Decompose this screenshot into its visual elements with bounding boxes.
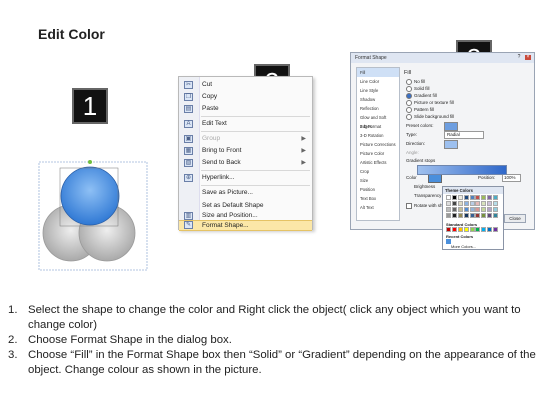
sidebar-item-crop[interactable]: Crop [357, 167, 399, 176]
sidebar-item-picture-corrections[interactable]: Picture Corrections [357, 140, 399, 149]
menu-item-bring-to-front[interactable]: ▦ Bring to Front ▶ [179, 145, 312, 157]
step-3: 3. Choose “Fill” in the Format Shape box … [8, 349, 536, 376]
angle-label: Angle: [406, 150, 419, 155]
sidebar-item-shadow[interactable]: Shadow [357, 95, 399, 104]
format-shape-icon: ✎ [184, 221, 193, 229]
type-select[interactable]: Radial [444, 131, 484, 139]
context-menu: ✂ Cut ❐ Copy ▤ Paste A Edit Text ▣ Group ▶ ▦ Br… [178, 76, 313, 231]
menu-item-hyperlink[interactable]: ⊕ Hyperlink... [179, 172, 312, 184]
step-badge-1: 1 [72, 88, 108, 124]
instructions: 1. Select the shape to change the color a… [8, 303, 552, 378]
menu-item-cut[interactable]: ✂ Cut [179, 79, 312, 91]
blue-circle[interactable] [60, 166, 120, 226]
color-label: Color [406, 175, 417, 180]
group-icon: ▣ [184, 135, 193, 143]
menu-item-copy[interactable]: ❐ Copy [179, 91, 312, 103]
menu-item-save-as-picture[interactable]: Save as Picture... [179, 187, 312, 199]
type-label: Type: [406, 132, 418, 137]
color-picker-popup: Theme Colors Standard Colors Recent Colo… [442, 186, 504, 250]
bring-front-icon: ▦ [184, 147, 193, 155]
more-colors-link[interactable]: More Colors... [451, 244, 476, 249]
edit-text-icon: A [184, 120, 193, 128]
theme-color-grid[interactable] [446, 195, 500, 219]
close-button[interactable]: Close [504, 214, 526, 223]
submenu-arrow-icon: ▶ [301, 136, 306, 142]
dialog-title: Format Shape [351, 53, 534, 63]
option-pattern-fill[interactable]: Pattern fill [406, 107, 434, 113]
sidebar-item-line-color[interactable]: Line Color [357, 77, 399, 86]
cut-icon: ✂ [184, 81, 193, 89]
sidebar-item-picture-color[interactable]: Picture Color [357, 149, 399, 158]
gradient-stops-bar[interactable] [417, 165, 507, 175]
menu-item-group[interactable]: ▣ Group ▶ [179, 133, 312, 145]
section-title: Fill [404, 70, 412, 76]
size-position-icon: ▥ [184, 212, 193, 220]
hyperlink-icon: ⊕ [184, 174, 193, 182]
position-label: Position: [478, 175, 496, 180]
transparency-label: Transparency [414, 193, 442, 198]
direction-button[interactable] [444, 140, 458, 149]
sidebar-item-glow[interactable]: Glow and Soft Edges [357, 113, 399, 129]
page-title: Edit Color [38, 26, 105, 42]
sidebar-item-alt-text[interactable]: Alt Text [357, 203, 399, 212]
step-1: 1. Select the shape to change the color a… [8, 304, 521, 331]
sidebar-item-reflection[interactable]: Reflection [357, 104, 399, 113]
sidebar-item-3d-rotation[interactable]: 3-D Rotation [357, 131, 399, 140]
sidebar-item-fill[interactable]: Fill [357, 68, 399, 77]
preset-colors-label: Preset colors: [406, 123, 434, 128]
dialog-sidebar: Fill Line Color Line Style Shadow Reflec… [356, 67, 400, 221]
gradient-stops-label: Gradient stops [406, 158, 436, 163]
option-no-fill[interactable]: No fill [406, 79, 425, 85]
menu-item-format-shape[interactable]: ✎ Format Shape... [179, 220, 312, 231]
step-2: 2. Choose Format Shape in the dialog box. [8, 334, 232, 346]
sidebar-item-3d-format[interactable]: 3-D Format [357, 122, 399, 131]
sidebar-item-position[interactable]: Position [357, 185, 399, 194]
sidebar-item-line-style[interactable]: Line Style [357, 86, 399, 95]
theme-colors-heading: Theme Colors [443, 187, 503, 194]
color-button[interactable] [428, 174, 442, 183]
menu-item-send-to-back[interactable]: ▧ Send to Back ▶ [179, 157, 312, 169]
menu-item-paste[interactable]: ▤ Paste [179, 103, 312, 115]
option-slide-background-fill[interactable]: Slide background fill [406, 114, 454, 120]
help-icon[interactable]: ? [516, 55, 522, 60]
direction-label: Direction: [406, 141, 426, 146]
option-picture-fill[interactable]: Picture or texture fill [406, 100, 454, 106]
rotate-handle[interactable] [88, 160, 92, 164]
sidebar-item-text-box[interactable]: Text Box [357, 194, 399, 203]
submenu-arrow-icon: ▶ [301, 160, 306, 166]
submenu-arrow-icon: ▶ [301, 148, 306, 154]
shape-preview [38, 160, 150, 272]
sidebar-item-size[interactable]: Size [357, 176, 399, 185]
sidebar-item-artistic-effects[interactable]: Artistic Effects [357, 158, 399, 167]
close-icon[interactable]: × [525, 55, 531, 60]
option-gradient-fill[interactable]: Gradient fill [406, 93, 437, 99]
brightness-label: Brightness [414, 184, 436, 189]
standard-color-grid[interactable] [446, 227, 500, 233]
option-solid-fill[interactable]: Solid fill [406, 86, 430, 92]
position-input[interactable]: 100% [502, 174, 521, 182]
menu-item-edit-text[interactable]: A Edit Text [179, 118, 312, 130]
copy-icon: ❐ [184, 93, 193, 101]
preset-colors-button[interactable] [444, 122, 458, 131]
send-back-icon: ▧ [184, 159, 193, 167]
paste-icon: ▤ [184, 105, 193, 113]
